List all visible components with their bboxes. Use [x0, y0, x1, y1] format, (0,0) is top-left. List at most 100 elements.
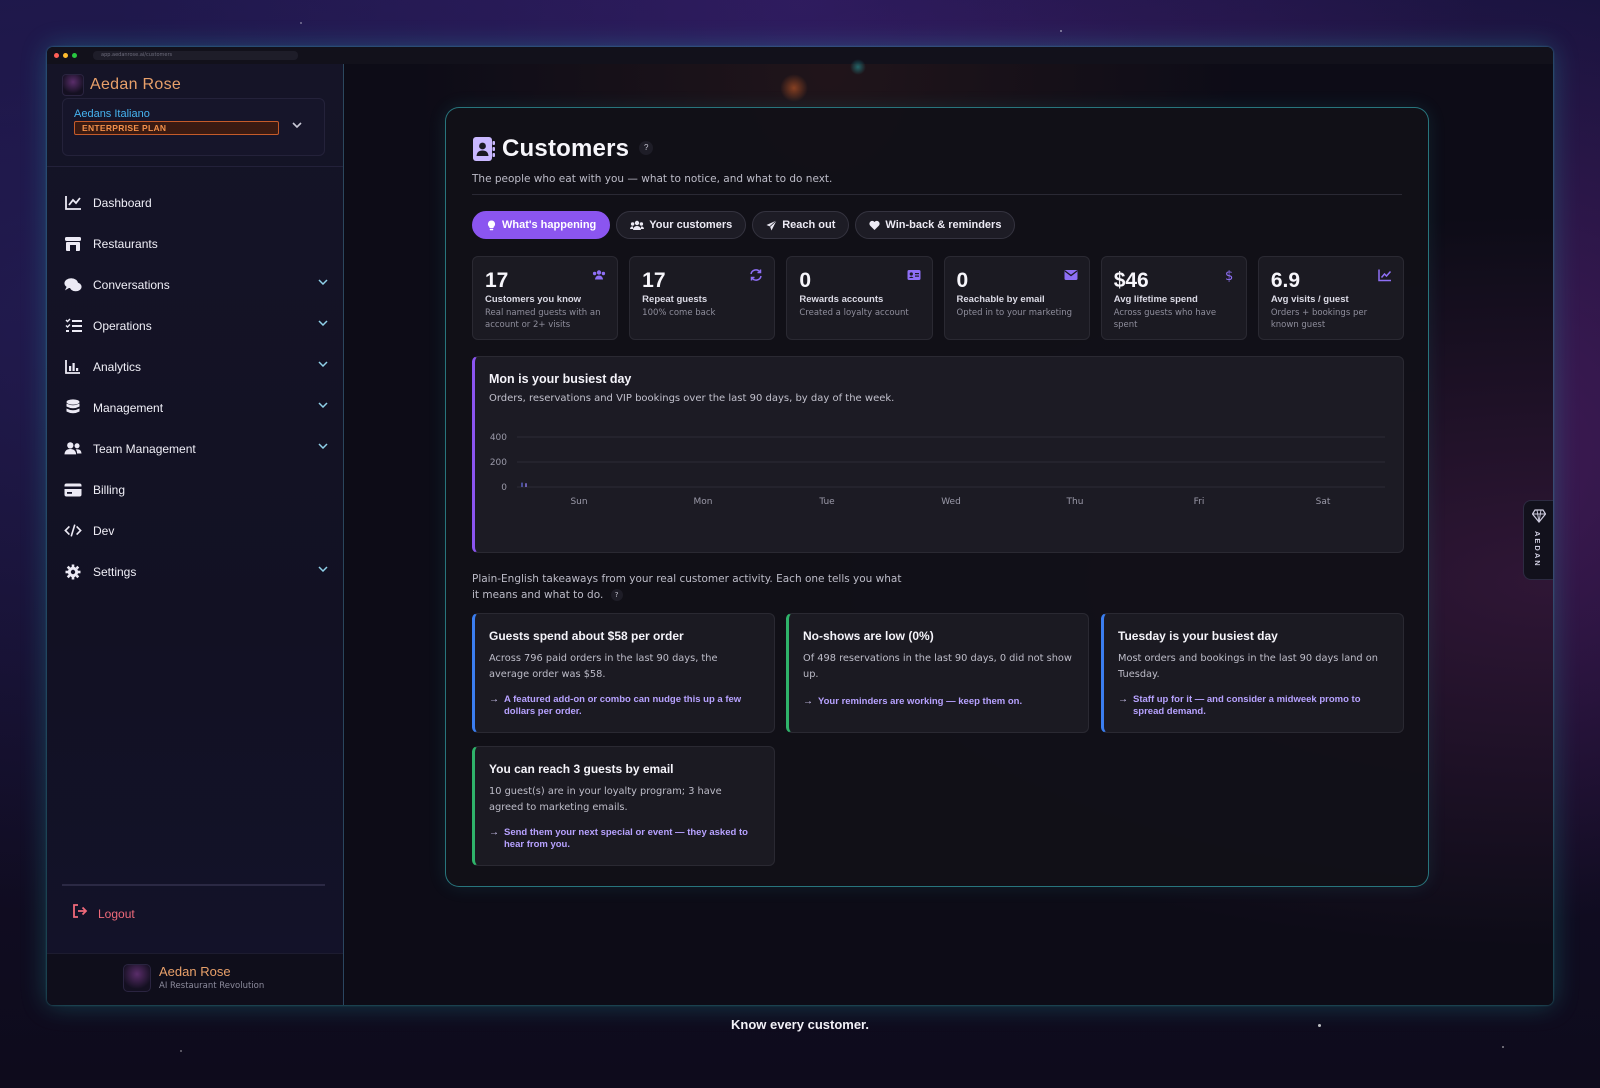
- sidebar-item-label: Conversations: [93, 277, 170, 292]
- tab-bar: What's happening Your customers Reach ou…: [472, 211, 1016, 239]
- browser-titlebar: app.aedanrose.ai/customers: [47, 47, 1553, 64]
- tab-win-back-reminders[interactable]: Win-back & reminders: [855, 211, 1016, 239]
- chart-y-tick-label: 200: [490, 458, 507, 468]
- chart-x-tick-label: Thu: [1066, 497, 1084, 507]
- chevron-down-icon[interactable]: [318, 564, 328, 575]
- brand[interactable]: Aedan Rose: [62, 74, 181, 96]
- minimize-window-dot[interactable]: [63, 53, 68, 58]
- stat-description: Real named guests with an account or 2+ …: [485, 308, 601, 330]
- stat-cards: 17 Customers you know Real named guests …: [472, 256, 1405, 340]
- app-window: app.aedanrose.ai/customers Aedan Rose Ae…: [47, 47, 1553, 1005]
- side-tab-label: AEDAN: [1533, 531, 1542, 568]
- insight-action-text: A featured add-on or combo can nudge thi…: [504, 694, 742, 717]
- chart-y-tick-label: 400: [490, 433, 507, 443]
- chart-y-tick-label: 0: [501, 483, 507, 493]
- takeaways-intro: Plain-English takeaways from your real c…: [472, 571, 902, 603]
- users-icon: [593, 270, 606, 280]
- heart-icon: [869, 220, 881, 230]
- sidebar-item-billing[interactable]: Billing: [47, 469, 344, 510]
- chart-bar: [525, 483, 527, 487]
- customers-panel: Customers ? The people who eat with you …: [445, 107, 1429, 887]
- day-of-week-bar-chart: 0 200 400 Sun Mon Tue Wed Thu Fri Sat: [490, 433, 1385, 507]
- stat-value: 6.9: [1270, 269, 1301, 292]
- sidebar-item-operations[interactable]: Operations: [47, 305, 344, 346]
- tab-label: Reach out: [782, 219, 836, 231]
- insight-action[interactable]: → Send them your next special or event —…: [489, 827, 759, 851]
- stat-label: Customers you know: [485, 294, 582, 305]
- logout-label: Logout: [98, 906, 135, 921]
- sidebar-item-conversations[interactable]: Conversations: [47, 264, 344, 305]
- tab-whats-happening[interactable]: What's happening: [472, 211, 611, 239]
- insight-title: Tuesday is your busiest day: [1118, 629, 1278, 643]
- tab-your-customers[interactable]: Your customers: [616, 211, 747, 239]
- id-card-icon: [907, 270, 921, 280]
- chart-title: Mon is your busiest day: [489, 372, 632, 386]
- tab-label: What's happening: [502, 219, 597, 231]
- checklist-icon: [64, 317, 82, 335]
- chevron-down-icon[interactable]: [292, 120, 302, 132]
- insight-title: Guests spend about $58 per order: [489, 629, 684, 643]
- tab-label: Your customers: [649, 219, 733, 231]
- aedan-assistant-tab[interactable]: AEDAN: [1523, 500, 1553, 580]
- chart-line-icon: [64, 194, 82, 212]
- sidebar-item-label: Dashboard: [93, 195, 152, 210]
- chevron-down-icon[interactable]: [318, 400, 328, 411]
- insight-action[interactable]: → A featured add-on or combo can nudge t…: [489, 694, 759, 718]
- arrow-right-icon: →: [489, 694, 499, 705]
- arrow-right-icon: →: [803, 696, 813, 707]
- url-bar[interactable]: app.aedanrose.ai/customers: [93, 51, 298, 60]
- stat-label: Rewards accounts: [799, 294, 884, 305]
- chevron-down-icon[interactable]: [318, 441, 328, 452]
- sidebar-item-team-management[interactable]: Team Management: [47, 428, 344, 469]
- gear-icon: [64, 563, 82, 581]
- paper-plane-icon: [766, 219, 777, 230]
- stat-value: 17: [642, 269, 666, 292]
- brand-logo: [62, 74, 84, 96]
- maximize-window-dot[interactable]: [72, 53, 77, 58]
- takeaways-help-button[interactable]: ?: [610, 589, 623, 601]
- logout-button[interactable]: Logout: [72, 904, 135, 923]
- dollar-icon: $: [1225, 269, 1233, 282]
- bar-chart-icon: [64, 358, 82, 376]
- credit-card-icon: [64, 481, 82, 499]
- tab-reach-out[interactable]: Reach out: [752, 211, 850, 239]
- footer-brand-name: Aedan Rose: [159, 964, 231, 979]
- insight-action-text: Your reminders are working — keep them o…: [818, 696, 1023, 707]
- sidebar-item-label: Team Management: [93, 441, 196, 456]
- logout-divider: [62, 884, 325, 886]
- store-icon: [64, 235, 82, 253]
- lightbulb-icon: [487, 220, 496, 230]
- stat-card-rewards-accounts: 0 Rewards accounts Created a loyalty acc…: [786, 256, 933, 340]
- stat-card-avg-visits: 6.9 Avg visits / guest Orders + bookings…: [1257, 256, 1405, 340]
- insight-body: 10 guest(s) are in your loyalty program;…: [489, 786, 722, 813]
- sidebar-item-dashboard[interactable]: Dashboard: [47, 182, 344, 223]
- insight-card-avg-order: Guests spend about $58 per order Across …: [472, 613, 775, 733]
- stat-description: 100% come back: [642, 308, 716, 318]
- sidebar-item-dev[interactable]: Dev: [47, 510, 344, 551]
- close-window-dot[interactable]: [54, 53, 59, 58]
- stat-card-repeat-guests: 17 Repeat guests 100% come back: [629, 256, 776, 340]
- help-button[interactable]: ?: [639, 140, 654, 155]
- sidebar-item-label: Operations: [93, 318, 152, 333]
- chevron-down-icon[interactable]: [318, 359, 328, 370]
- sidebar-item-management[interactable]: Management: [47, 387, 344, 428]
- insight-card-email-reach: You can reach 3 guests by email 10 guest…: [472, 746, 775, 866]
- stat-label: Repeat guests: [642, 294, 708, 305]
- insight-action[interactable]: → Your reminders are working — keep them…: [803, 696, 1073, 708]
- sidebar-item-settings[interactable]: Settings: [47, 551, 344, 592]
- sidebar-item-restaurants[interactable]: Restaurants: [47, 223, 344, 264]
- stat-value: $46: [1113, 269, 1149, 292]
- chart-x-tick-label: Mon: [694, 497, 713, 507]
- trend-chart-icon: [1378, 269, 1392, 282]
- header-divider: [472, 194, 1402, 195]
- stat-value: 0: [956, 269, 969, 292]
- sidebar-item-analytics[interactable]: Analytics: [47, 346, 344, 387]
- org-switcher[interactable]: Aedans Italiano ENTERPRISE PLAN: [62, 98, 325, 156]
- chart-x-tick-label: Sat: [1316, 497, 1331, 507]
- stat-value: 17: [485, 269, 509, 292]
- chevron-down-icon[interactable]: [318, 318, 328, 329]
- brand-name: Aedan Rose: [90, 76, 182, 93]
- insight-action[interactable]: → Staff up for it — and consider a midwe…: [1118, 694, 1388, 718]
- chevron-down-icon[interactable]: [318, 277, 328, 288]
- takeaways-intro-text: Plain-English takeaways from your real c…: [472, 573, 902, 601]
